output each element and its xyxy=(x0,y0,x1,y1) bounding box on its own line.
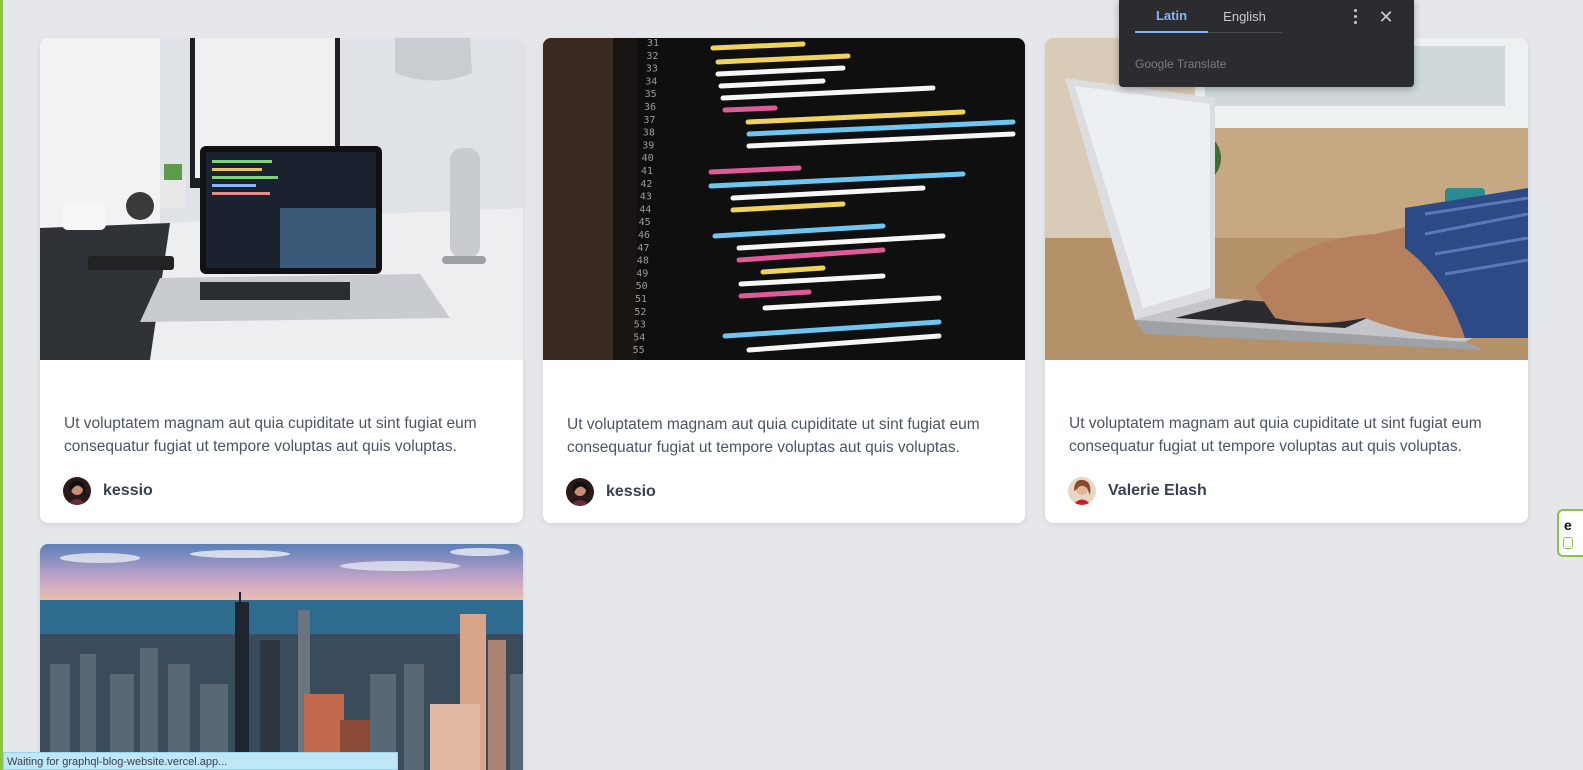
post-card-4[interactable] xyxy=(40,544,523,770)
post-excerpt: Ut voluptatem magnam aut quia cupiditate… xyxy=(64,415,477,455)
post-card-1[interactable]: Ut voluptatem magnam aut quia cupiditate… xyxy=(40,38,523,523)
code-line-number: 50 xyxy=(636,281,648,292)
code-line-number: 35 xyxy=(645,89,657,100)
author-name: kessio xyxy=(103,482,153,499)
side-tab-icon xyxy=(1563,537,1573,549)
code-line-number: 41 xyxy=(641,166,653,177)
author-avatar xyxy=(1068,477,1096,505)
code-line-number: 44 xyxy=(639,204,651,215)
code-line-number: 46 xyxy=(638,230,650,241)
side-tab-letter: e xyxy=(1564,517,1572,533)
close-icon[interactable]: ✕ xyxy=(1376,6,1396,28)
tab-source-language[interactable]: Latin xyxy=(1135,0,1208,33)
code-line-number: 49 xyxy=(636,268,648,279)
code-line-number: 33 xyxy=(646,64,658,75)
post-author[interactable]: Valerie Elash xyxy=(1068,477,1207,505)
browser-status-bar: Waiting for graphql-blog-website.vercel.… xyxy=(3,752,398,770)
code-line-number: 34 xyxy=(645,76,657,87)
post-card-2[interactable]: 31 32 33 34 35 36 37 38 39 40 41 42 43 44 45 46 47 48 49 50… xyxy=(543,38,1025,523)
code-line-number: 39 xyxy=(642,140,654,151)
author-name: Valerie Elash xyxy=(1108,482,1207,499)
tab-target-language[interactable]: English xyxy=(1208,0,1281,33)
post-image-desk-laptop[interactable] xyxy=(40,38,523,360)
code-line-number: 48 xyxy=(637,256,649,267)
code-line-number: 53 xyxy=(634,320,646,331)
google-translate-popup: Latin English ✕ Google Translate xyxy=(1119,0,1414,87)
code-line-number: 55 xyxy=(633,345,645,356)
code-line-number: 47 xyxy=(637,243,649,254)
code-line-number: 38 xyxy=(643,128,655,139)
code-line-number: 36 xyxy=(644,102,656,113)
code-line-number: 31 xyxy=(647,38,659,49)
code-line-number: 54 xyxy=(633,332,645,343)
page-left-accent xyxy=(0,0,3,770)
post-excerpt: Ut voluptatem magnam aut quia cupiditate… xyxy=(567,416,980,456)
extension-side-tab[interactable]: e xyxy=(1557,509,1583,557)
code-line-number: 42 xyxy=(640,179,652,190)
post-author[interactable]: kessio xyxy=(566,478,656,506)
code-line-number: 51 xyxy=(635,294,647,305)
code-line-number: 40 xyxy=(642,153,654,164)
post-card-3[interactable]: Ut voluptatem magnam aut quia cupiditate… xyxy=(1045,38,1528,523)
more-options-icon[interactable] xyxy=(1348,6,1362,28)
code-line-number: 37 xyxy=(643,115,655,126)
author-name: kessio xyxy=(606,483,656,500)
post-image-code-screen[interactable]: 31 32 33 34 35 36 37 38 39 40 41 42 43 44 45 46 47 48 49 50… xyxy=(543,38,1025,360)
post-image-city-skyline[interactable] xyxy=(40,544,523,770)
code-line-number: 45 xyxy=(639,217,651,228)
code-line-number: 32 xyxy=(646,51,658,62)
translate-language-tabs: Latin English xyxy=(1135,0,1282,33)
code-line-number: 43 xyxy=(640,192,652,203)
code-line-number: 52 xyxy=(634,307,646,318)
post-excerpt: Ut voluptatem magnam aut quia cupiditate… xyxy=(1069,415,1482,455)
author-avatar xyxy=(63,477,91,505)
post-author[interactable]: kessio xyxy=(63,477,153,505)
google-translate-brand: Google Translate xyxy=(1135,57,1227,71)
author-avatar xyxy=(566,478,594,506)
